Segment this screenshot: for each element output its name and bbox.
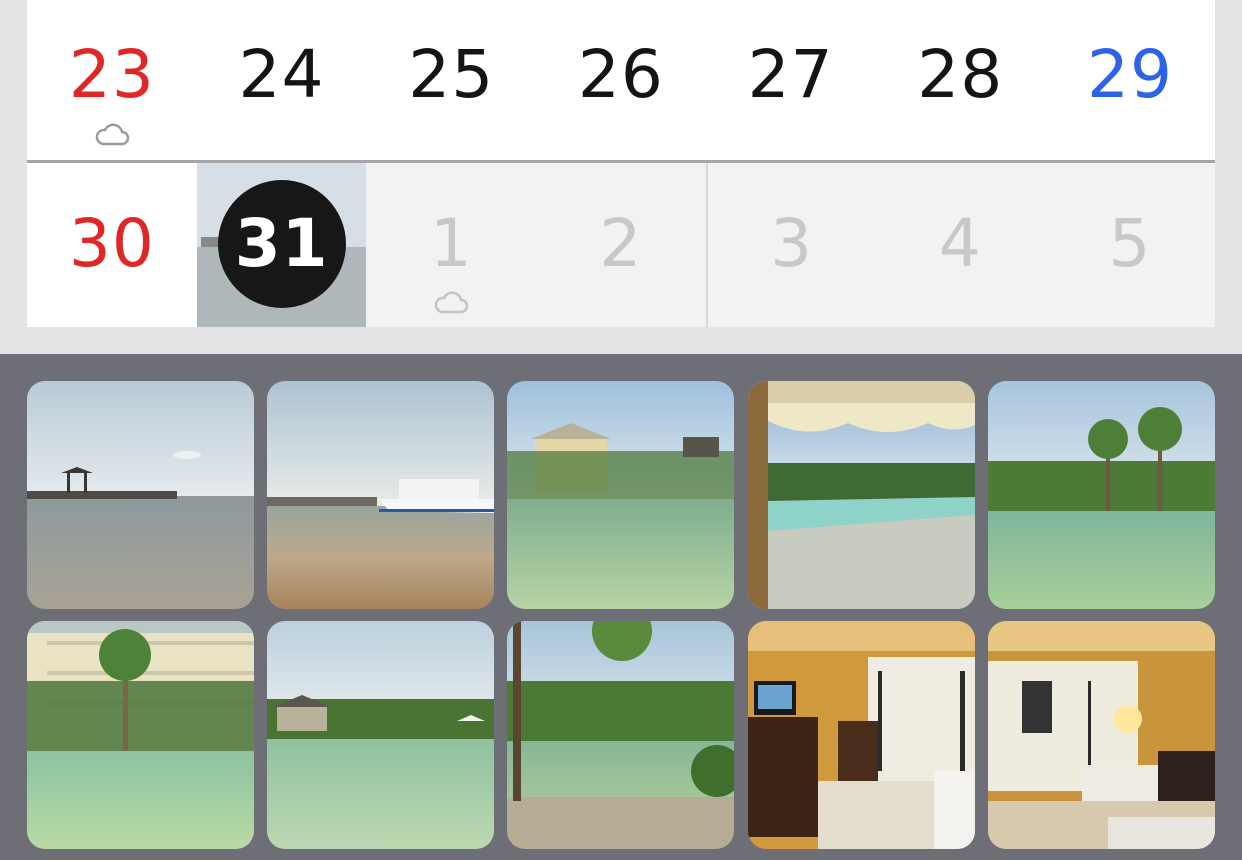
day-number: 25: [408, 36, 495, 113]
day-cell-26[interactable]: 26: [536, 0, 706, 160]
day-number: 2: [599, 205, 643, 282]
day-number: 31: [234, 205, 329, 282]
day-number: 4: [938, 205, 982, 282]
day-cell-23[interactable]: 23: [27, 0, 197, 160]
hotel-room-bed-photo[interactable]: [988, 621, 1215, 849]
day-number: 28: [917, 36, 1004, 113]
calendar-week-row: 30 31 1 2 3 4 5: [27, 163, 1215, 327]
calendar-week-row: 23 24 25 26 27 28 29: [27, 0, 1215, 163]
day-cell-31-today[interactable]: 31: [196, 163, 367, 327]
day-number: 24: [238, 36, 325, 113]
cloud-icon: [95, 123, 130, 146]
day-number: 1: [429, 205, 473, 282]
day-cell-25[interactable]: 25: [366, 0, 536, 160]
cloud-icon: [434, 291, 469, 314]
month-calendar: 23 24 25 26 27 28 29 30 31 1 2 3 4 5: [27, 0, 1215, 327]
pier-sea-photo[interactable]: [27, 381, 254, 609]
day-number: 29: [1086, 36, 1173, 113]
day-cell-3[interactable]: 3: [705, 163, 876, 327]
day-cell-4[interactable]: 4: [875, 163, 1046, 327]
day-number: 30: [68, 205, 155, 282]
pool-terrace-photo[interactable]: [748, 381, 975, 609]
day-cell-30[interactable]: 30: [27, 163, 197, 327]
day-cell-5[interactable]: 5: [1045, 163, 1215, 327]
photo-gallery: [0, 354, 1242, 860]
day-cell-28[interactable]: 28: [875, 0, 1045, 160]
day-number: 26: [577, 36, 664, 113]
day-cell-24[interactable]: 24: [197, 0, 367, 160]
selected-day-badge: 31: [217, 180, 346, 308]
day-cell-27[interactable]: 27: [706, 0, 876, 160]
beach-boat-photo[interactable]: [267, 381, 494, 609]
palm-lagoon-photo[interactable]: [988, 381, 1215, 609]
lagoon-tree-photo[interactable]: [507, 621, 734, 849]
lagoon-hotel-photo[interactable]: [507, 381, 734, 609]
day-number: 3: [770, 205, 814, 282]
hotel-room-tv-photo[interactable]: [748, 621, 975, 849]
hotel-palm-lagoon-photo[interactable]: [27, 621, 254, 849]
day-cell-29[interactable]: 29: [1045, 0, 1215, 160]
lagoon-gazebo-photo[interactable]: [267, 621, 494, 849]
day-number: 23: [68, 36, 155, 113]
day-number: 5: [1108, 205, 1152, 282]
day-cell-2[interactable]: 2: [536, 163, 706, 327]
day-number: 27: [747, 36, 834, 113]
day-cell-1[interactable]: 1: [366, 163, 537, 327]
